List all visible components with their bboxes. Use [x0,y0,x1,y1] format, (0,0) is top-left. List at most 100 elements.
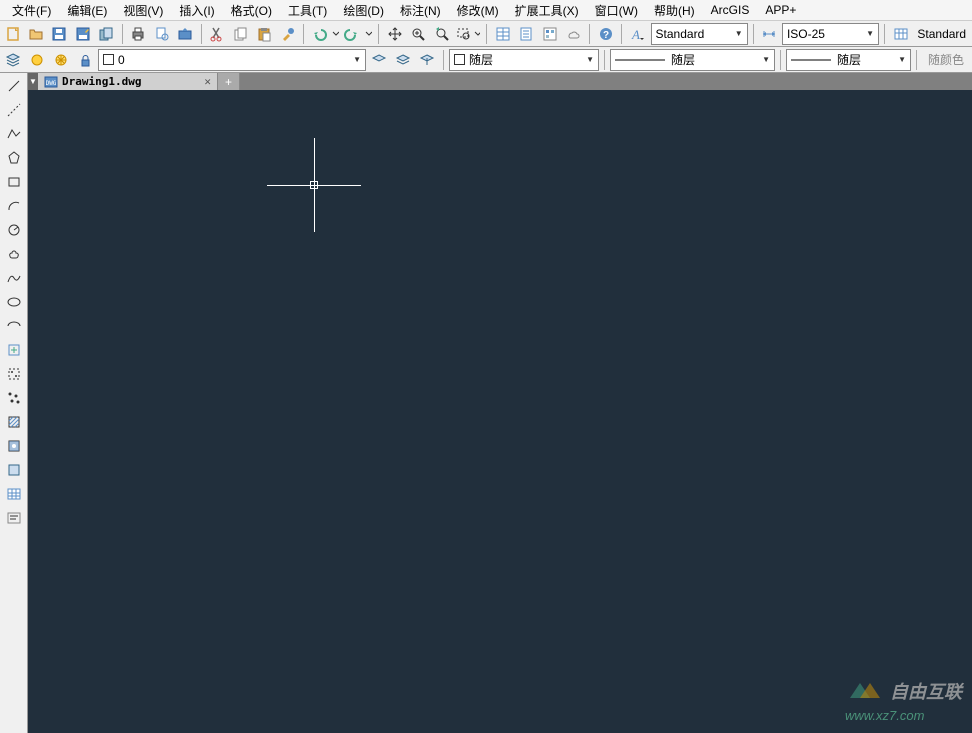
undo-button[interactable] [309,23,340,45]
zoom-window-button[interactable] [454,23,481,45]
linetype-preview-icon [615,55,665,65]
publish-button[interactable] [174,23,195,45]
layer-iso-button[interactable] [416,49,438,71]
region-tool[interactable] [2,459,26,481]
work-area: ▼ DWG Drawing1.dwg ✕ + 自由互联 www.xz7.com [0,73,972,733]
document-tab-bar: ▼ DWG Drawing1.dwg ✕ + [28,73,972,90]
arc-tool[interactable] [2,195,26,217]
drawing-canvas[interactable]: 自由互联 www.xz7.com [28,90,972,733]
watermark-url: www.xz7.com [845,708,962,723]
tab-close-button[interactable]: ✕ [204,75,211,88]
layer-prev-button[interactable] [368,49,390,71]
zoom-previous-button[interactable] [431,23,452,45]
properties-palette-button[interactable] [492,23,513,45]
save-as-button[interactable] [72,23,93,45]
linetype-value: 随层 [671,51,695,68]
watermark: 自由互联 www.xz7.com [845,678,962,723]
print-preview-button[interactable] [151,23,172,45]
zoom-realtime-button[interactable] [408,23,429,45]
menu-bar: 文件(F) 编辑(E) 视图(V) 插入(I) 格式(O) 工具(T) 绘图(D… [0,0,972,21]
sheet-set-button[interactable] [516,23,537,45]
print-style-value: 随颜色 [922,51,970,68]
ellipse-tool[interactable] [2,291,26,313]
new-tab-button[interactable]: + [218,73,240,90]
layer-properties-button[interactable] [2,49,24,71]
menu-view[interactable]: 视图(V) [115,0,171,21]
insert-block-tool[interactable] [2,339,26,361]
menu-annotate[interactable]: 标注(N) [392,0,449,21]
hatch-tool[interactable] [2,411,26,433]
color-dropdown[interactable]: 随层 ▼ [449,49,599,71]
dwg-file-icon: DWG [44,75,58,89]
menu-arcgis[interactable]: ArcGIS [703,1,758,19]
separator [378,24,379,44]
menu-draw[interactable]: 绘图(D) [335,0,392,21]
multiline-text-tool[interactable] [2,507,26,529]
table-tool[interactable] [2,483,26,505]
canvas-area: ▼ DWG Drawing1.dwg ✕ + 自由互联 www.xz7.com [28,73,972,733]
circle-tool[interactable] [2,219,26,241]
table-style-icon[interactable] [890,23,911,45]
menu-file[interactable]: 文件(F) [4,0,59,21]
layer-on-icon[interactable] [26,49,48,71]
linetype-dropdown[interactable]: 随层 ▼ [610,49,775,71]
separator [486,24,487,44]
layer-lock-icon[interactable] [74,49,96,71]
lineweight-dropdown[interactable]: 随层 ▼ [786,49,911,71]
table-style-value: Standard [913,27,970,41]
tab-list-button[interactable]: ▼ [28,73,38,90]
ellipse-arc-tool[interactable] [2,315,26,337]
new-file-button[interactable] [2,23,23,45]
separator [884,24,885,44]
layer-dropdown[interactable]: 0 ▼ [98,49,366,71]
text-style-value: Standard [656,27,705,41]
print-button[interactable] [128,23,149,45]
cut-button[interactable] [207,23,228,45]
dim-style-icon[interactable] [759,23,780,45]
chevron-down-icon: ▼ [898,55,906,64]
lineweight-preview-icon [791,55,831,65]
chevron-down-icon: ▼ [735,29,743,38]
separator [122,24,123,44]
help-button[interactable]: ? [595,23,616,45]
spline-tool[interactable] [2,267,26,289]
menu-app[interactable]: APP+ [757,1,804,19]
text-style-dropdown[interactable]: Standard ▼ [651,23,748,45]
match-properties-button[interactable] [277,23,298,45]
properties-toolbar: 0 ▼ 随层 ▼ 随层 ▼ 随层 ▼ 随颜色 [0,47,972,73]
construction-line-tool[interactable] [2,99,26,121]
text-style-icon[interactable]: A [627,23,648,45]
redo-button[interactable] [342,23,373,45]
menu-extend[interactable]: 扩展工具(X) [507,0,587,21]
standard-toolbar: ? A Standard ▼ ISO-25 ▼ Standard [0,21,972,47]
polygon-tool[interactable] [2,147,26,169]
paste-button[interactable] [254,23,275,45]
tool-palette-button[interactable] [539,23,560,45]
document-tab-active[interactable]: DWG Drawing1.dwg ✕ [38,73,218,90]
pan-button[interactable] [384,23,405,45]
menu-tools[interactable]: 工具(T) [280,0,335,21]
make-block-tool[interactable] [2,363,26,385]
menu-insert[interactable]: 插入(I) [171,0,222,21]
menu-format[interactable]: 格式(O) [223,0,280,21]
gradient-tool[interactable] [2,435,26,457]
layer-states-button[interactable] [392,49,414,71]
save-button[interactable] [49,23,70,45]
cloud-connect-button[interactable] [563,23,584,45]
point-tool[interactable] [2,387,26,409]
menu-edit[interactable]: 编辑(E) [59,0,115,21]
line-tool[interactable] [2,75,26,97]
copy-doc-button[interactable] [95,23,116,45]
layer-freeze-icon[interactable] [50,49,72,71]
menu-window[interactable]: 窗口(W) [587,0,646,21]
chevron-down-icon: ▼ [586,55,594,64]
menu-help[interactable]: 帮助(H) [646,0,703,21]
rectangle-tool[interactable] [2,171,26,193]
menu-modify[interactable]: 修改(M) [449,0,507,21]
dim-style-dropdown[interactable]: ISO-25 ▼ [782,23,879,45]
open-file-button[interactable] [25,23,46,45]
revision-cloud-tool[interactable] [2,243,26,265]
polyline-tool[interactable] [2,123,26,145]
lineweight-value: 随层 [837,51,861,68]
copy-button[interactable] [230,23,251,45]
